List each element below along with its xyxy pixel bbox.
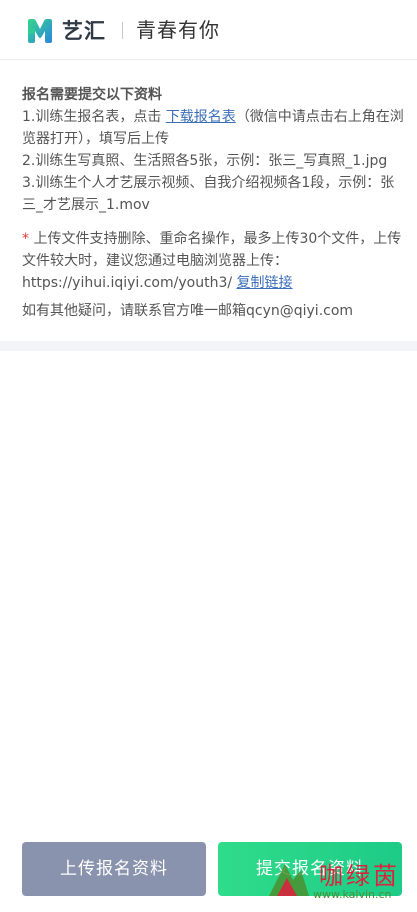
copy-link[interactable]: 复制链接 [237, 275, 293, 291]
watermark-url: www.kalvin.cn [313, 888, 392, 901]
page-subtitle: 青春有你 [136, 18, 220, 42]
requirement-item-3: 3.训练生个人才艺展示视频、自我介绍视频各1段，示例：张三_才艺展示_1.mov [22, 175, 395, 213]
requirement-item-2: 2.训练生写真照、生活照各5张，示例：张三_写真照_1.jpg [22, 153, 388, 169]
watermark-text: 咖绿茵 [319, 862, 400, 890]
upload-materials-button[interactable]: 上传报名资料 [22, 842, 206, 896]
page: 艺汇 青春有你 报名需要提交以下资料 1.训练生报名表，点击 下载报名表（微信中… [0, 0, 417, 912]
brand-divider [122, 22, 123, 39]
watermark-logo-icon [269, 864, 309, 896]
notice-title: 报名需要提交以下资料 [22, 87, 162, 103]
required-star: * [22, 231, 29, 247]
upload-tip: * 上传文件支持删除、重命名操作，最多上传30个文件，上传文件较大时，建议您通过… [22, 228, 407, 294]
item1-prefix: 1.训练生报名表，点击 [22, 109, 162, 125]
contact-info: 如有其他疑问，请联系官方唯一邮箱qcyn@qiyi.com [22, 303, 354, 319]
download-form-link[interactable]: 下载报名表 [166, 109, 236, 125]
section-separator [0, 341, 417, 351]
upload-tip-text: 上传文件支持删除、重命名操作，最多上传30个文件，上传文件较大时，建议您通过电脑… [22, 231, 402, 291]
requirement-item-1: 1.训练生报名表，点击 下载报名表（微信中请点击右上角在浏览器打开），填写后上传 [22, 106, 407, 150]
yihui-logo-icon [28, 19, 52, 43]
requirements-notice: 报名需要提交以下资料 1.训练生报名表，点击 下载报名表（微信中请点击右上角在浏… [22, 84, 407, 322]
top-header: 艺汇 青春有你 [0, 0, 417, 60]
brand-name: 艺汇 [62, 19, 106, 43]
site-watermark: 咖绿茵 www.kalvin.cn [259, 854, 409, 904]
